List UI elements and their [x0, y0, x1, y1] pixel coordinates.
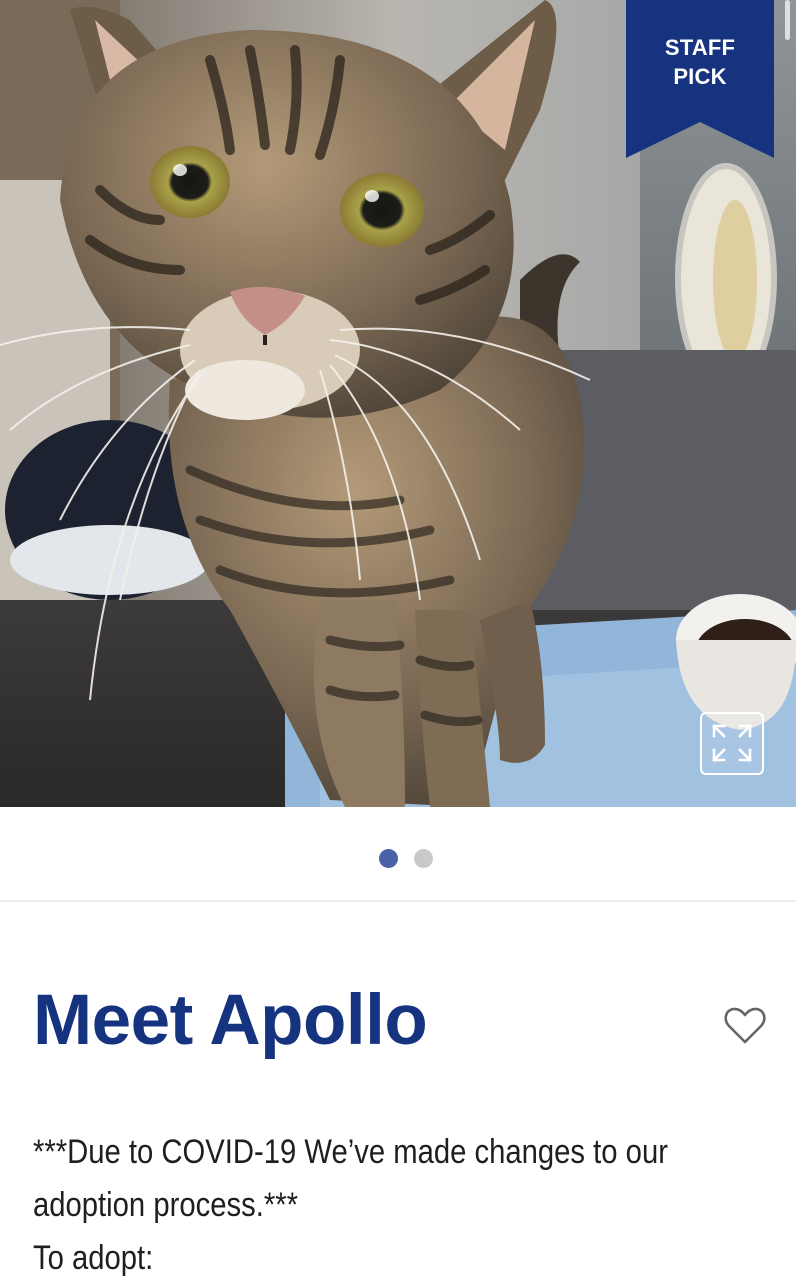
staff-pick-label: STAFF PICK	[664, 35, 736, 89]
heart-outline-icon	[724, 1007, 766, 1044]
expand-icon	[712, 724, 752, 762]
pet-description: ***Due to COVID-19 We’ve made changes to…	[33, 1126, 668, 1280]
covid-notice-text: ***Due to COVID-19 We’ve made changes to…	[33, 1133, 668, 1224]
fullscreen-button[interactable]	[700, 712, 764, 775]
page-scrollbar[interactable]	[785, 0, 790, 40]
carousel-indicator	[0, 849, 796, 869]
favorite-button[interactable]	[724, 1006, 766, 1046]
section-divider	[0, 900, 796, 902]
pet-name-title: Meet Apollo	[33, 981, 428, 1060]
pet-photo[interactable]: STAFF PICK	[0, 0, 796, 807]
carousel-dot-2[interactable]	[414, 849, 433, 868]
staff-pick-badge: STAFF PICK	[626, 0, 774, 158]
carousel-dot-1[interactable]	[379, 849, 398, 868]
to-adopt-text: To adopt:	[33, 1239, 154, 1277]
